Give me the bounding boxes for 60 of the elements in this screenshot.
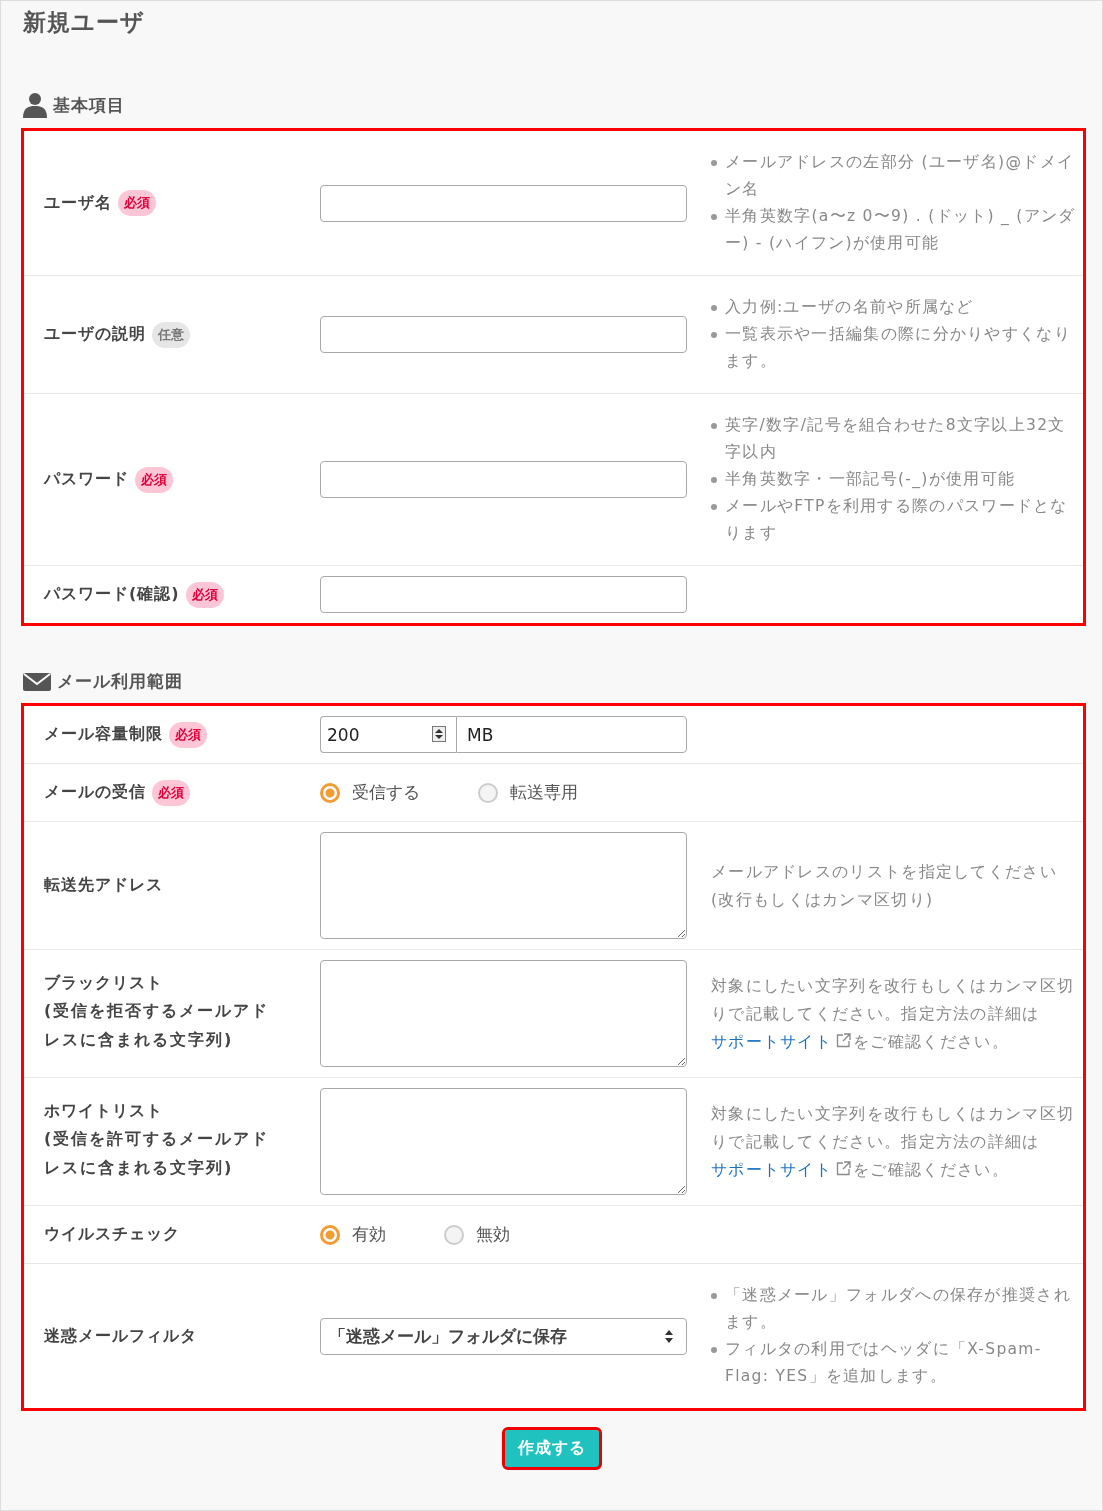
select-field[interactable]: 「迷惑メール」フォルダに保存 <box>320 1317 687 1355</box>
external-link-icon <box>836 1160 852 1176</box>
text-field[interactable] <box>320 316 687 353</box>
text-field[interactable] <box>320 461 687 498</box>
help-text: メールアドレスのリストを指定してください(改行もしくはカンマ区切り) <box>710 861 1058 911</box>
radio-button[interactable] <box>320 1224 340 1245</box>
radio-option[interactable]: 受信する <box>320 781 420 804</box>
unit-label: MB <box>456 716 687 753</box>
radio-button[interactable] <box>320 782 340 803</box>
text-area[interactable] <box>320 832 687 939</box>
text-area[interactable] <box>320 960 687 1067</box>
text-area[interactable] <box>320 1088 687 1195</box>
number-field[interactable]: 200 <box>320 716 456 753</box>
external-link-icon <box>836 1032 852 1048</box>
field-label: ウイルスチェック <box>44 1224 180 1245</box>
field-label: 迷惑メールフィルタ <box>44 1325 197 1347</box>
field-label: メール容量制限 <box>44 724 163 745</box>
radio-button[interactable] <box>444 1224 464 1245</box>
text-field[interactable] <box>320 184 687 222</box>
help-text: 対象にしたい文字列を改行もしくはカンマ区切りで記載してください。指定方法の詳細は サポートサイト をご確認ください。 <box>710 1103 1076 1181</box>
radio-option[interactable]: 転送専用 <box>478 781 578 804</box>
required-badge: 必須 <box>135 466 173 493</box>
help-text: 対象にしたい文字列を改行もしくはカンマ区切りで記載してください。指定方法の詳細は サポートサイト をご確認ください。 <box>710 975 1076 1053</box>
required-badge: 必須 <box>118 190 156 216</box>
hint-text: 半角英数字・一部記号(-_)が使用可能 <box>725 469 1016 490</box>
field-label: 転送先アドレス <box>44 875 163 896</box>
field-label: ブラックリスト <box>44 973 163 994</box>
support-site-link[interactable]: サポートサイト <box>711 1032 854 1051</box>
hint-text: メールアドレスの左部分 (ユーザ名)@ドメイン名 <box>725 152 1076 200</box>
field-sublabel: (受信を許可するメールアドレスに含まれる文字列) <box>44 1128 271 1179</box>
field-label: メールの受信 <box>44 782 146 803</box>
radio-option[interactable]: 有効 <box>320 1223 386 1246</box>
field-label: ユーザの説明 <box>44 324 146 345</box>
field-label: ホワイトリスト <box>44 1101 163 1122</box>
hint-text: 半角英数字(a〜z 0〜9) . (ドット) _ (アンダー) - (ハイフン)が使用可能 <box>725 206 1077 254</box>
section-title: メール利用範囲 <box>57 670 183 693</box>
required-badge: 必須 <box>185 581 224 608</box>
required-badge: 必須 <box>152 779 190 806</box>
hint-text: フィルタの利用ではヘッダに「X-Spam-Flag: YES」を追加します。 <box>725 1339 1043 1387</box>
hint-text: 英字/数字/記号を組合わせた8文字以上32文字以内 <box>725 415 1067 463</box>
text-field[interactable] <box>320 576 687 613</box>
field-sublabel: (受信を拒否するメールアドレスに含まれる文字列) <box>44 1000 271 1051</box>
spinner-icon[interactable] <box>432 726 446 742</box>
field-label: ユーザ名 <box>44 192 112 214</box>
required-badge: 必須 <box>169 721 207 748</box>
hint-text: 一覧表示や一括編集の際に分かりやすくなります。 <box>725 324 1072 372</box>
hint-text: 「迷惑メール」フォルダへの保存が推奨されます。 <box>725 1285 1072 1333</box>
person-icon <box>23 92 47 118</box>
field-label: パスワード(確認) <box>44 584 180 605</box>
envelope-icon <box>23 670 51 693</box>
radio-button[interactable] <box>478 782 498 803</box>
support-site-link[interactable]: サポートサイト <box>711 1160 854 1179</box>
optional-badge: 任意 <box>152 321 190 348</box>
sort-caret-icon <box>664 1328 674 1344</box>
radio-option[interactable]: 無効 <box>444 1223 510 1246</box>
hint-text: 入力例:ユーザの名前や所属など <box>725 297 974 318</box>
page-title: 新規ユーザ <box>23 8 146 37</box>
hint-text: メールやFTPを利用する際のパスワードとなります <box>725 496 1069 544</box>
section-title: 基本項目 <box>53 93 125 117</box>
field-label: パスワード <box>44 469 129 490</box>
